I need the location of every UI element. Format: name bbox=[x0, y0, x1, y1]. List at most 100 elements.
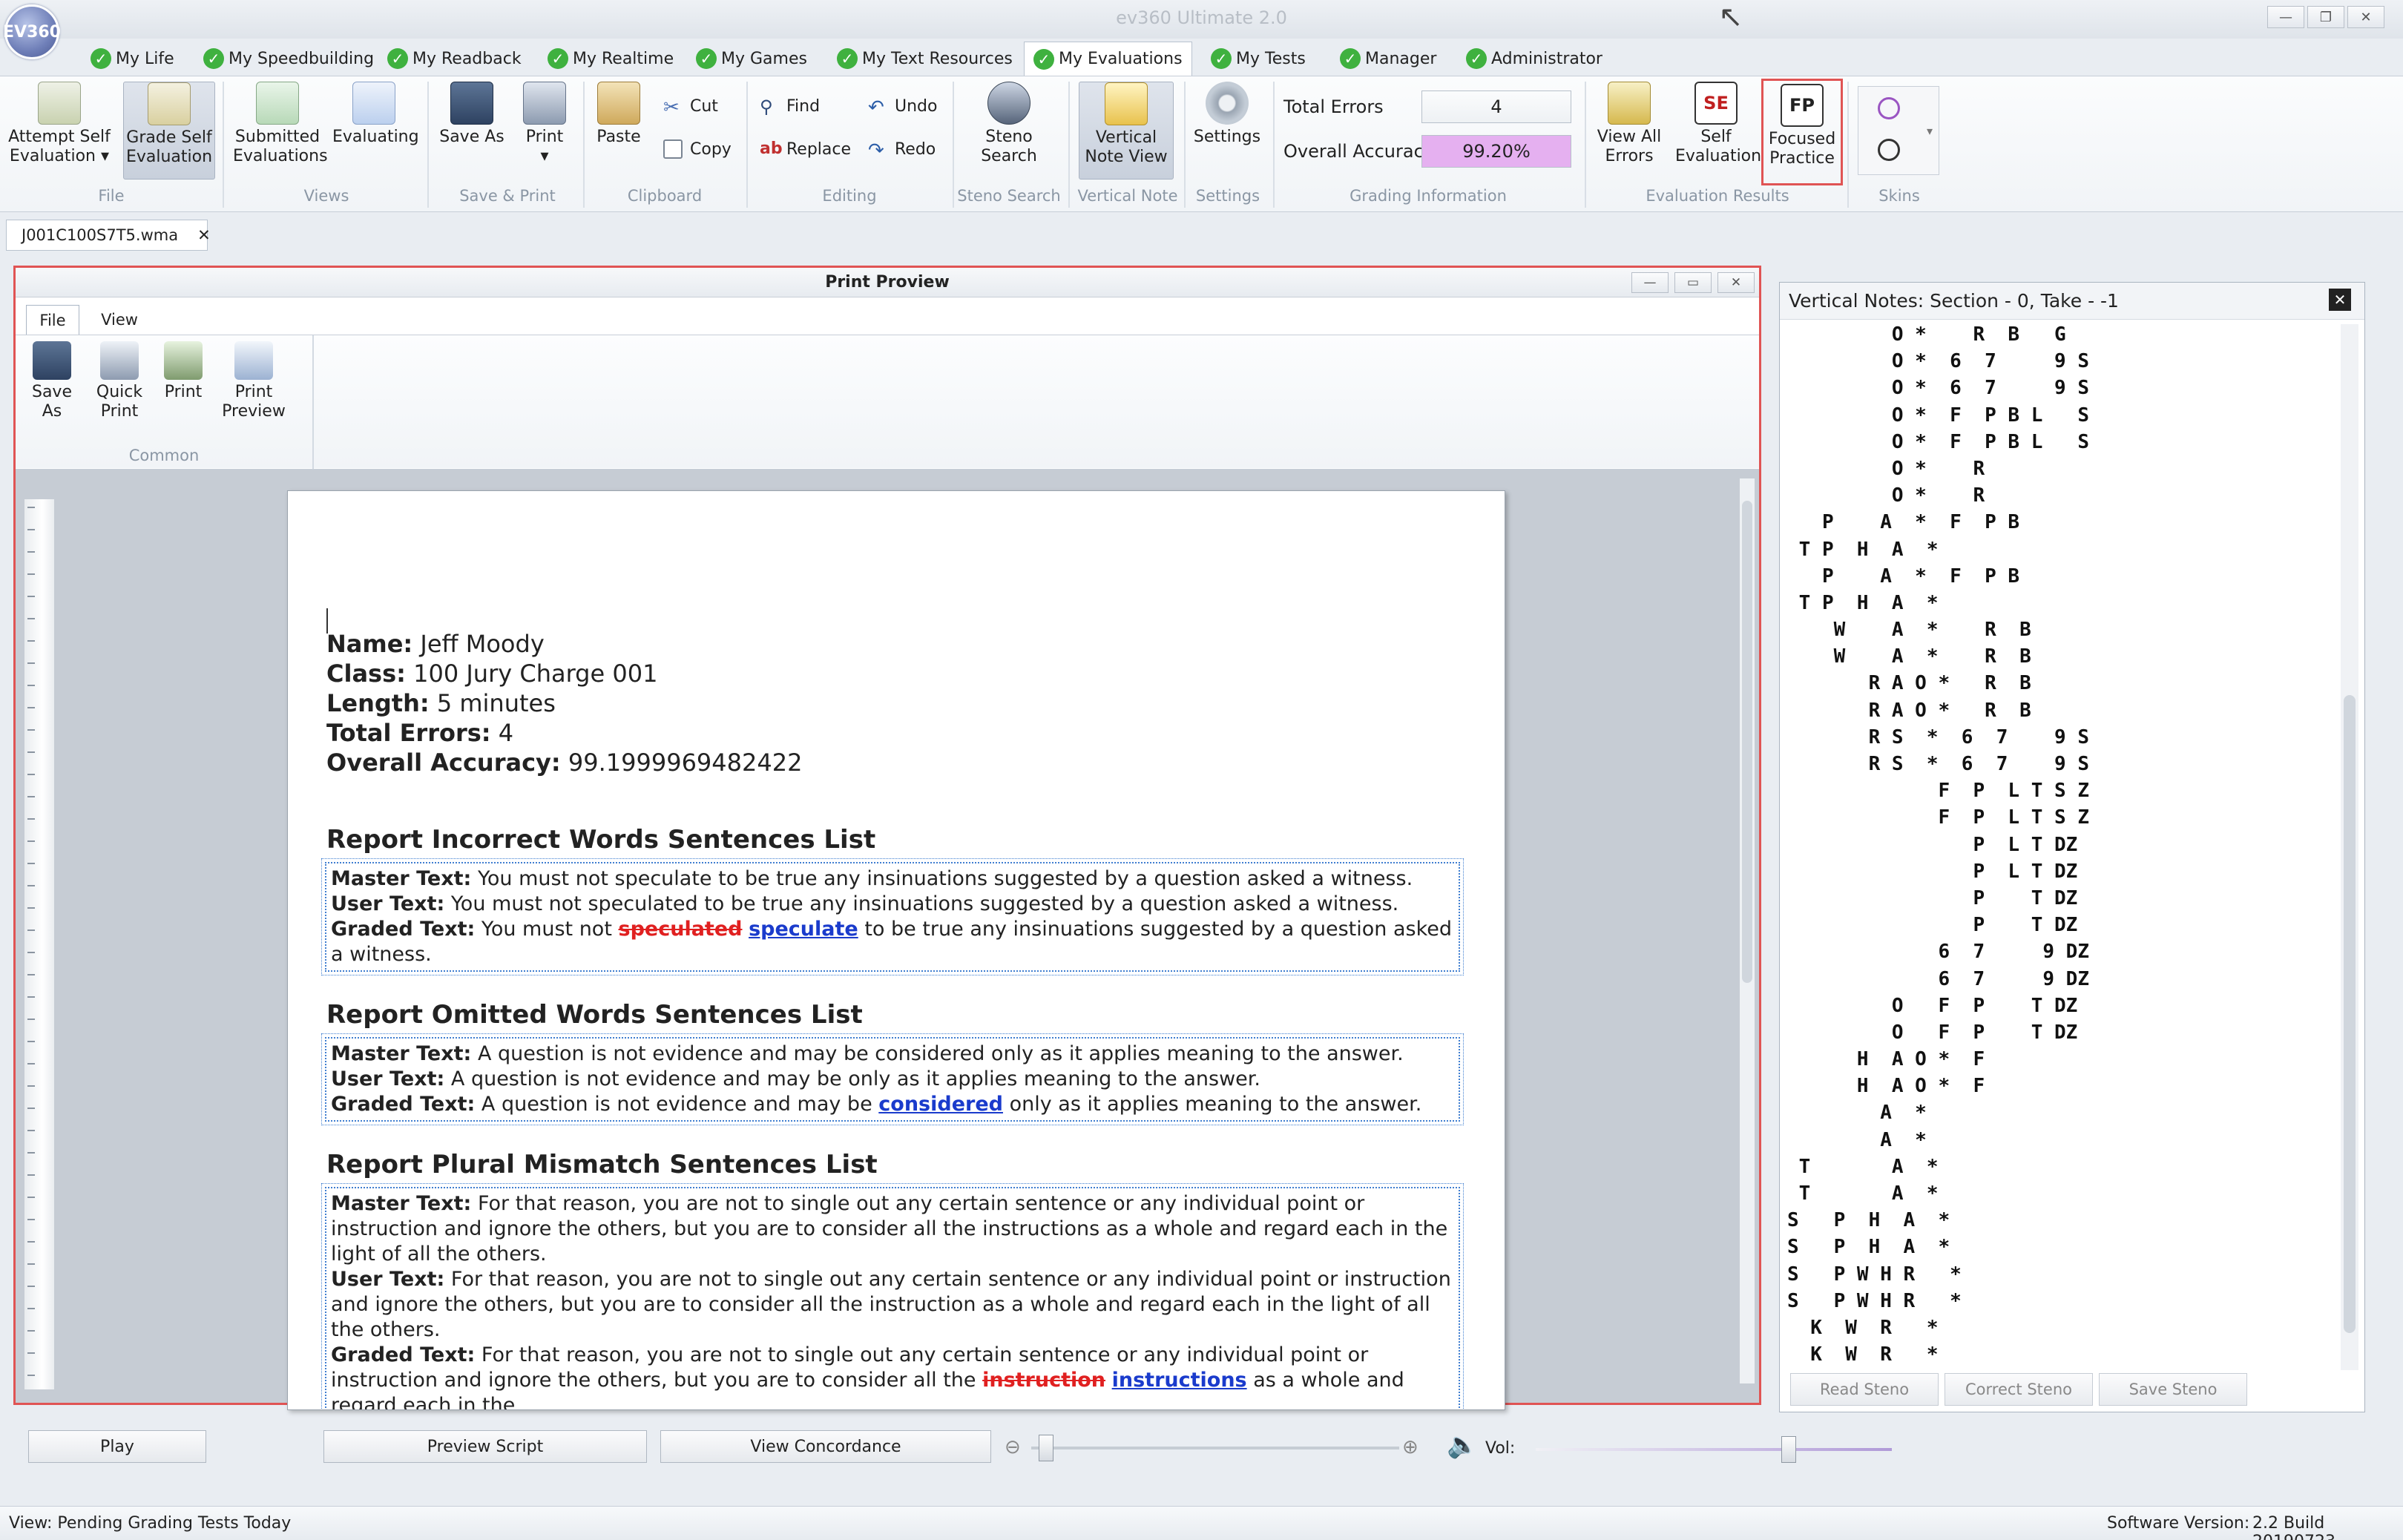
print-preview-button[interactable]: Print Preview bbox=[219, 341, 289, 421]
steno-note-row[interactable]: F P L T S Z bbox=[1787, 804, 2329, 831]
settings-button[interactable]: Settings bbox=[1191, 82, 1263, 147]
find-button[interactable]: ⚲ Find bbox=[760, 96, 820, 117]
evaluating-button[interactable]: Evaluating bbox=[332, 82, 419, 147]
steno-note-row[interactable]: R A O * R B bbox=[1787, 697, 2329, 724]
steno-note-row[interactable]: T P H A * bbox=[1787, 536, 2329, 563]
steno-note-row[interactable]: A * bbox=[1787, 1099, 2329, 1126]
view-all-errors-button[interactable]: View All Errors bbox=[1592, 82, 1666, 166]
steno-note-row[interactable]: P T DZ bbox=[1787, 912, 2329, 938]
skins-gallery[interactable]: ▾ bbox=[1858, 86, 1939, 175]
steno-note-row[interactable]: W A * R B bbox=[1787, 616, 2329, 643]
minus-icon[interactable]: ⊖ bbox=[1005, 1436, 1021, 1458]
steno-note-row[interactable]: P T DZ bbox=[1787, 885, 2329, 912]
steno-note-row[interactable]: H A O * F bbox=[1787, 1073, 2329, 1099]
steno-note-row[interactable]: R A O * R B bbox=[1787, 670, 2329, 697]
steno-note-row[interactable]: P L T DZ bbox=[1787, 832, 2329, 858]
steno-note-row[interactable]: P L T DZ bbox=[1787, 858, 2329, 885]
focused-practice-button[interactable]: FP Focused Practice bbox=[1761, 79, 1843, 185]
paste-button[interactable]: Paste bbox=[591, 82, 647, 147]
volume-slider[interactable] bbox=[1536, 1436, 1892, 1463]
close-button[interactable]: ✕ bbox=[1717, 272, 1755, 293]
volume-slider-thumb[interactable] bbox=[1781, 1436, 1797, 1463]
steno-note-row[interactable]: K W R * bbox=[1787, 1341, 2329, 1368]
preview-scrollbar[interactable] bbox=[1740, 478, 1755, 1383]
tab-my-games[interactable]: ✓ My Games bbox=[687, 42, 816, 76]
plus-icon[interactable]: ⊕ bbox=[1402, 1436, 1419, 1458]
steno-note-row[interactable]: O * F P B L S bbox=[1787, 402, 2329, 429]
steno-note-row[interactable]: T A * bbox=[1787, 1180, 2329, 1207]
steno-note-row[interactable]: 6 7 9 DZ bbox=[1787, 966, 2329, 993]
steno-note-row[interactable]: O * F P B L S bbox=[1787, 429, 2329, 455]
view-concordance-button[interactable]: View Concordance bbox=[660, 1430, 991, 1463]
steno-note-row[interactable]: W A * R B bbox=[1787, 643, 2329, 670]
save-steno-button[interactable]: Save Steno bbox=[2099, 1373, 2247, 1406]
play-button[interactable]: Play bbox=[28, 1430, 206, 1463]
tab-my-life[interactable]: ✓ My Life bbox=[82, 42, 183, 76]
steno-note-row[interactable]: H A O * F bbox=[1787, 1046, 2329, 1073]
maximize-button[interactable]: ▭ bbox=[1674, 272, 1712, 293]
undo-button[interactable]: ↶ Undo bbox=[868, 96, 937, 119]
read-steno-button[interactable]: Read Steno bbox=[1790, 1373, 1939, 1406]
quick-print-button[interactable]: Quick Print bbox=[90, 341, 149, 421]
steno-note-row[interactable]: P A * F P B bbox=[1787, 563, 2329, 590]
seek-slider-thumb[interactable] bbox=[1038, 1435, 1053, 1461]
attempt-self-evaluation-button[interactable]: Attempt Self Evaluation ▾ bbox=[7, 82, 111, 166]
minimize-button[interactable]: — bbox=[2267, 6, 2304, 28]
seek-slider[interactable] bbox=[1031, 1435, 1399, 1461]
grade-self-evaluation-button[interactable]: Grade Self Evaluation bbox=[123, 82, 215, 180]
chevron-down-icon[interactable]: ▾ bbox=[1927, 124, 1933, 138]
app-logo[interactable]: EV360 bbox=[3, 4, 61, 59]
pp-print-button[interactable]: Print bbox=[157, 341, 210, 402]
save-as-button[interactable]: Save As bbox=[436, 82, 507, 147]
steno-note-row[interactable]: F P L T S Z bbox=[1787, 777, 2329, 804]
skin-option-icon[interactable] bbox=[1878, 97, 1900, 119]
pp-save-as-button[interactable]: Save As bbox=[22, 341, 82, 421]
minimize-button[interactable]: — bbox=[1631, 272, 1669, 293]
tab-view[interactable]: View bbox=[90, 305, 149, 335]
preview-script-button[interactable]: Preview Script bbox=[323, 1430, 647, 1463]
replace-button[interactable]: ab Replace bbox=[760, 139, 851, 159]
cut-button[interactable]: ✂ Cut bbox=[663, 96, 718, 119]
steno-note-row[interactable]: K W R * bbox=[1787, 1314, 2329, 1341]
document-tab[interactable]: J001C100S7T5.wma ✕ bbox=[6, 220, 211, 251]
steno-note-row[interactable]: 6 7 9 DZ bbox=[1787, 938, 2329, 965]
notes-scrollbar[interactable] bbox=[2341, 324, 2358, 1370]
steno-note-row[interactable]: S P W H R * bbox=[1787, 1288, 2329, 1314]
restore-button[interactable]: ❐ bbox=[2307, 6, 2344, 28]
tab-administrator[interactable]: ✓ Administrator bbox=[1457, 42, 1611, 76]
self-evaluation-button[interactable]: SE Self Evaluation bbox=[1675, 82, 1761, 166]
tab-my-tests[interactable]: ✓ My Tests bbox=[1202, 42, 1315, 76]
steno-note-row[interactable]: S P H A * bbox=[1787, 1234, 2329, 1260]
steno-note-row[interactable]: O * R B G bbox=[1787, 321, 2329, 348]
steno-note-row[interactable]: R S * 6 7 9 S bbox=[1787, 751, 2329, 777]
submitted-evaluations-button[interactable]: Submitted Evaluations bbox=[233, 82, 328, 166]
tab-my-text-resources[interactable]: ✓ My Text Resources bbox=[828, 42, 1022, 76]
steno-note-row[interactable]: O * 6 7 9 S bbox=[1787, 375, 2329, 401]
steno-search-button[interactable]: Steno Search bbox=[964, 82, 1053, 166]
steno-note-row[interactable]: S P H A * bbox=[1787, 1207, 2329, 1234]
tab-my-readback[interactable]: ✓ My Readback bbox=[378, 42, 530, 76]
steno-note-row[interactable]: O * R bbox=[1787, 482, 2329, 509]
steno-notes-list[interactable]: O * R B G O * 6 7 9 S O * 6 7 9 S O * F … bbox=[1787, 321, 2329, 1369]
vertical-note-view-button[interactable]: Vertical Note View bbox=[1079, 82, 1174, 180]
steno-note-row[interactable]: T P H A * bbox=[1787, 590, 2329, 616]
copy-button[interactable]: Copy bbox=[663, 139, 732, 159]
redo-button[interactable]: ↷ Redo bbox=[868, 139, 936, 162]
close-button[interactable]: ✕ bbox=[2347, 6, 2384, 28]
tab-file[interactable]: File bbox=[26, 305, 79, 335]
skin-option-icon[interactable] bbox=[1878, 139, 1900, 161]
steno-note-row[interactable]: O * R bbox=[1787, 455, 2329, 482]
tab-my-realtime[interactable]: ✓ My Realtime bbox=[539, 42, 683, 76]
steno-note-row[interactable]: T A * bbox=[1787, 1154, 2329, 1180]
steno-note-row[interactable]: A * bbox=[1787, 1127, 2329, 1154]
steno-note-row[interactable]: O * 6 7 9 S bbox=[1787, 348, 2329, 375]
steno-note-row[interactable]: O F P T DZ bbox=[1787, 993, 2329, 1019]
tab-my-evaluations[interactable]: ✓ My Evaluations bbox=[1024, 42, 1192, 76]
close-icon[interactable]: ✕ bbox=[197, 226, 211, 244]
steno-note-row[interactable]: P A * F P B bbox=[1787, 509, 2329, 536]
steno-note-row[interactable]: O F P T DZ bbox=[1787, 1019, 2329, 1046]
tab-manager[interactable]: ✓ Manager bbox=[1331, 42, 1445, 76]
steno-note-row[interactable]: R S * 6 7 9 S bbox=[1787, 724, 2329, 751]
tab-my-speedbuilding[interactable]: ✓ My Speedbuilding bbox=[194, 42, 383, 76]
scrollbar-thumb[interactable] bbox=[2344, 695, 2356, 1333]
